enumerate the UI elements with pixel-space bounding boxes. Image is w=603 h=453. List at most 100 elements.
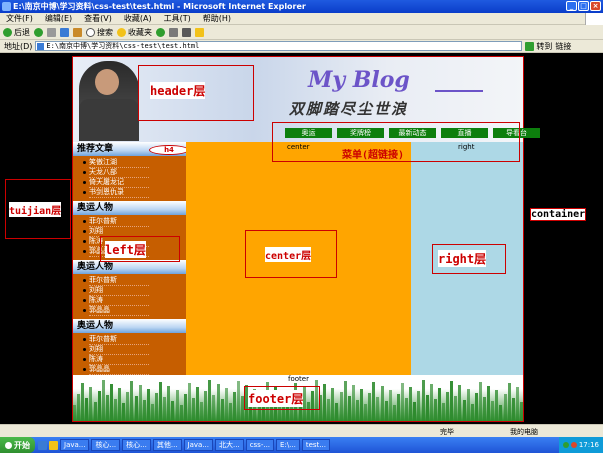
grass-blade bbox=[232, 392, 236, 421]
favorites-label: 收藏夹 bbox=[128, 27, 152, 37]
print-icon[interactable] bbox=[182, 27, 191, 37]
menu-tools[interactable]: 工具(T) bbox=[164, 13, 191, 24]
taskbar-item[interactable]: 北大... bbox=[215, 439, 244, 451]
grass-blade bbox=[364, 404, 368, 421]
grass-blade bbox=[401, 383, 404, 421]
grass-blade bbox=[97, 391, 101, 421]
grass-blade bbox=[163, 397, 167, 421]
list-item[interactable]: 陈涛 bbox=[83, 355, 149, 365]
grass-blade bbox=[159, 382, 163, 421]
grass-blade bbox=[146, 389, 150, 421]
taskbar-item[interactable]: test... bbox=[301, 439, 330, 451]
address-input[interactable]: E:\南京中博\学习资料\css-test\test.html bbox=[35, 41, 523, 51]
window-controls: _ □ × bbox=[566, 1, 601, 11]
maximize-button[interactable]: □ bbox=[578, 1, 589, 11]
list-item[interactable]: 书剑恩仇录 bbox=[83, 188, 149, 198]
folder-quicklaunch-icon[interactable] bbox=[49, 440, 58, 450]
list-item[interactable]: 刘翔 bbox=[83, 286, 149, 296]
minimize-button[interactable]: _ bbox=[566, 1, 577, 11]
address-label: 地址(D) bbox=[4, 41, 33, 51]
list-item[interactable]: 菲尔普斯 bbox=[83, 217, 149, 227]
grass-blade bbox=[507, 383, 511, 421]
favorites-button[interactable]: 收藏夹 bbox=[117, 27, 152, 38]
page-viewport: My Blog 双脚踏尽尘世浪 奥运 奖牌榜 最新动态 直播 导看台 推荐文章 … bbox=[0, 54, 603, 424]
grass-blade bbox=[417, 391, 421, 421]
taskbar-item[interactable]: 核心... bbox=[91, 439, 121, 451]
grass-blade bbox=[458, 385, 462, 421]
system-tray: 17:16 bbox=[558, 437, 603, 453]
home-icon[interactable] bbox=[73, 27, 82, 37]
tray-icon[interactable] bbox=[562, 442, 569, 448]
tray-icon[interactable] bbox=[570, 442, 577, 448]
grass-blade bbox=[499, 405, 503, 421]
grass-blade bbox=[183, 394, 187, 421]
grass-blade bbox=[122, 403, 126, 421]
menu-help[interactable]: 帮助(H) bbox=[203, 13, 231, 24]
search-button[interactable]: 搜索 bbox=[86, 27, 113, 38]
blog-title: My Blog bbox=[308, 67, 410, 93]
taskbar-item[interactable]: Java... bbox=[60, 439, 90, 451]
header-annotation: header层 bbox=[150, 82, 206, 99]
mail-icon[interactable] bbox=[169, 27, 178, 37]
list-item[interactable]: 郭晶晶 bbox=[83, 365, 149, 375]
list-item[interactable]: 郭晶晶 bbox=[83, 306, 149, 316]
menu-file[interactable]: 文件(F) bbox=[6, 13, 33, 24]
menu-edit[interactable]: 编辑(E) bbox=[45, 13, 72, 24]
grass-blade bbox=[85, 398, 89, 421]
history-icon[interactable] bbox=[156, 27, 165, 37]
grass-blade bbox=[351, 385, 355, 421]
grass-blade bbox=[384, 401, 388, 421]
grass-blade bbox=[429, 384, 433, 421]
grass-blade bbox=[179, 405, 183, 421]
folder-icon[interactable] bbox=[195, 27, 204, 37]
grass-blade bbox=[368, 393, 372, 421]
list-item[interactable]: 天龙八部 bbox=[83, 168, 149, 178]
title-underline bbox=[435, 90, 483, 92]
footer-annotation: footer层 bbox=[248, 390, 304, 407]
person-body bbox=[79, 99, 139, 141]
center-annotation: center层 bbox=[265, 247, 312, 262]
links-button[interactable]: 链接 bbox=[555, 41, 571, 52]
grass-blade bbox=[208, 380, 212, 421]
grass-blade bbox=[372, 382, 376, 421]
taskbar-item[interactable]: css-... bbox=[245, 439, 275, 451]
grass-blade bbox=[77, 394, 81, 421]
refresh-icon[interactable] bbox=[60, 27, 69, 37]
container-annotation: container bbox=[530, 208, 587, 221]
grass-blade bbox=[413, 402, 417, 421]
left-annotation: left层 bbox=[105, 241, 146, 258]
list-item[interactable]: 笑傲江湖 bbox=[83, 158, 149, 168]
list-item[interactable]: 刘翔 bbox=[83, 345, 149, 355]
grass-blade bbox=[130, 381, 134, 421]
grass-blade bbox=[347, 396, 351, 421]
go-arrow-icon bbox=[525, 41, 535, 51]
back-label: 后退 bbox=[14, 27, 30, 37]
list-item[interactable]: 陈涛 bbox=[83, 296, 149, 306]
close-button[interactable]: × bbox=[590, 1, 601, 11]
list-item[interactable]: 菲尔普斯 bbox=[83, 276, 149, 286]
grass-blade bbox=[191, 398, 195, 421]
stop-icon[interactable] bbox=[47, 27, 56, 37]
grass-blade bbox=[433, 399, 437, 421]
person-face bbox=[95, 69, 119, 95]
ie-quicklaunch-icon[interactable] bbox=[38, 440, 47, 450]
menu-view[interactable]: 查看(V) bbox=[84, 13, 112, 24]
grass-blade bbox=[462, 400, 466, 421]
back-button[interactable]: 后退 bbox=[3, 27, 30, 38]
grass-blade bbox=[392, 405, 396, 421]
start-button[interactable]: 开始 bbox=[0, 437, 35, 453]
taskbar-item[interactable]: E:\... bbox=[276, 439, 300, 451]
list-item[interactable]: 菲尔普斯 bbox=[83, 335, 149, 345]
menu-favorites[interactable]: 收藏(A) bbox=[124, 13, 152, 24]
footer-text: footer bbox=[288, 375, 309, 383]
list-item[interactable]: 倚天屠龙记 bbox=[83, 178, 149, 188]
taskbar-item[interactable]: 核心... bbox=[122, 439, 151, 451]
taskbar-item[interactable]: Java... bbox=[183, 439, 213, 451]
forward-icon[interactable] bbox=[34, 27, 43, 37]
menu-bar: 文件(F) 编辑(E) 查看(V) 收藏(A) 工具(T) 帮助(H) bbox=[0, 13, 603, 25]
go-label: 转到 bbox=[536, 41, 553, 51]
person-photo bbox=[79, 61, 139, 141]
go-button[interactable]: 转到 bbox=[525, 41, 552, 52]
taskbar-item[interactable]: 其他... bbox=[152, 439, 182, 451]
section-title: 奥运人物 bbox=[73, 319, 186, 333]
